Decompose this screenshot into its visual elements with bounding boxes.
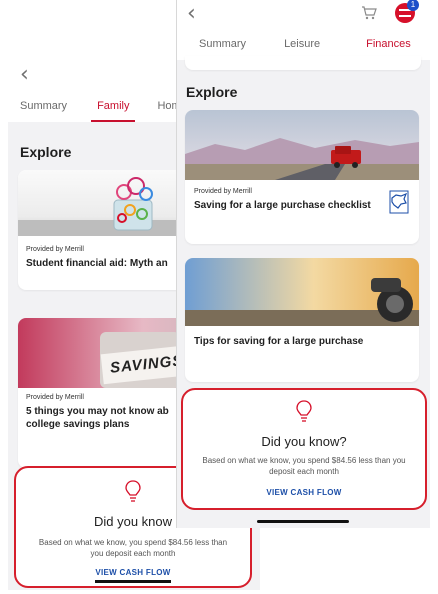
alerts-badge-icon[interactable]: 1 xyxy=(395,0,419,23)
tab-summary[interactable]: Summary xyxy=(20,100,67,122)
link-underline xyxy=(95,580,171,583)
tab-family[interactable]: Family xyxy=(90,100,136,122)
alert-count: 1 xyxy=(407,0,419,11)
chevron-left-icon[interactable]: ‹ xyxy=(20,64,29,86)
previous-card-edge xyxy=(185,56,421,70)
view-cash-flow-link[interactable]: VIEW CASH FLOW xyxy=(16,568,250,577)
front-screen: ‹ 1 Summary Leisure Finances Explore Pro… xyxy=(176,0,430,528)
did-you-know-card[interactable]: Did you know? Based on what we know, you… xyxy=(181,388,427,510)
motorcycle-sunset-image xyxy=(185,258,419,326)
provider-label: Provided by Merrill xyxy=(26,394,84,401)
front-screen-header: ‹ 1 Summary Leisure Finances xyxy=(177,0,430,60)
explore-heading: Explore xyxy=(186,84,238,100)
lightbulb-icon xyxy=(125,480,141,502)
article-card[interactable]: Tips for saving for a large purchase xyxy=(185,258,419,382)
insight-text: Based on what we know, you spend $84.56 … xyxy=(202,456,406,476)
chevron-left-icon[interactable]: ‹ xyxy=(187,3,196,25)
explore-heading: Explore xyxy=(20,144,72,160)
cart-icon[interactable] xyxy=(361,6,377,20)
red-truck-road-image xyxy=(185,110,419,180)
provider-label: Provided by Merrill xyxy=(194,188,252,195)
merrill-bull-logo xyxy=(389,190,409,214)
provider-label: Provided by Merrill xyxy=(26,246,84,253)
card-title: Tips for saving for a large purchase xyxy=(194,336,364,347)
article-card[interactable]: Provided by Merrill Saving for a large p… xyxy=(185,110,419,244)
view-cash-flow-link[interactable]: VIEW CASH FLOW xyxy=(183,488,425,497)
card-title: 5 things you may not know ab college sav… xyxy=(26,406,169,430)
insight-title: Did you know? xyxy=(261,434,347,449)
lightbulb-icon xyxy=(296,400,312,422)
card-title: Saving for a large purchase checklist xyxy=(194,200,371,211)
home-indicator xyxy=(257,520,349,523)
insight-text: Based on what we know, you spend $84.56 … xyxy=(38,538,228,558)
